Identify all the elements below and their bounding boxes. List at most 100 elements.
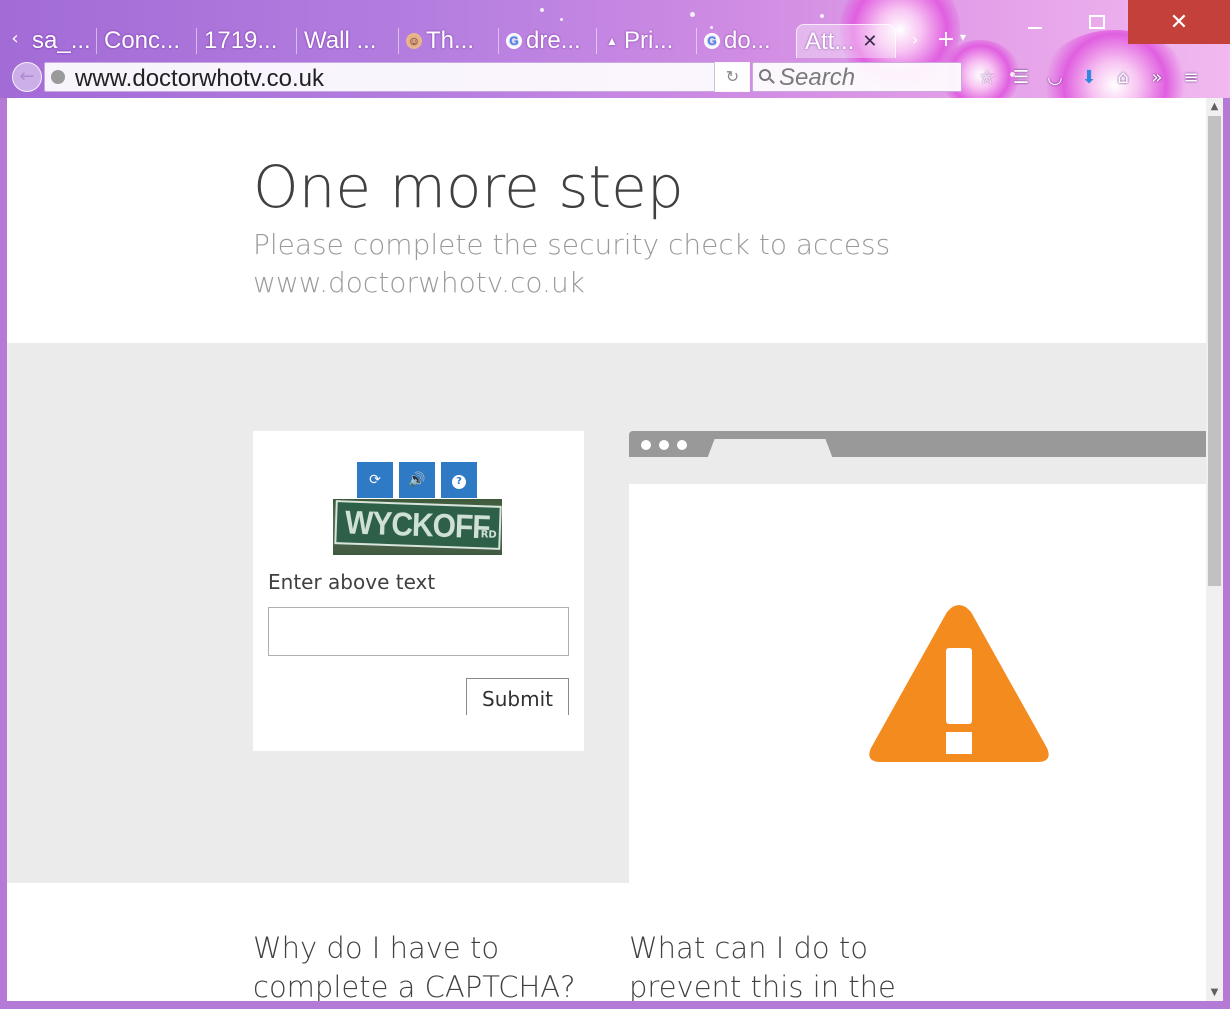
faq-section: Why do I have to complete a CAPTCHA? Wha… [7,883,1206,1001]
warning-icon [869,605,1049,762]
captcha-box: ⟳ 🔊 ? WYCKOFF RD Enter above text Submit [253,431,584,751]
tab-label: 1719... [204,27,278,54]
google-icon: G [704,33,720,49]
decorative-sparkle [690,12,695,17]
faq-question-prevent: What can I do to prevent this in the [629,931,896,1001]
tab[interactable]: ☺ Th... [398,24,496,58]
bookmark-star-icon[interactable]: ☆ [972,64,1002,92]
decorative-sparkle [540,8,544,12]
challenge-section: ⟳ 🔊 ? WYCKOFF RD Enter above text Submit [7,343,1206,883]
hero-section: One more step Please complete the securi… [7,98,1206,343]
tab-separator [398,28,399,54]
vertical-scrollbar[interactable]: ▲ ▼ [1206,98,1223,1001]
illustration-dot [641,440,651,450]
page-title: One more step [253,153,684,221]
illustration-tab [707,439,833,459]
faq-question-why: Why do I have to complete a CAPTCHA? [253,931,576,1001]
tab[interactable]: G dre... [498,24,594,58]
pocket-icon[interactable]: ◡ [1040,64,1070,92]
face-icon: ☺ [406,33,422,49]
tab-label: sa_... [32,27,91,54]
tab[interactable]: ▲ Pri... [596,24,694,58]
scroll-up-icon[interactable]: ▲ [1206,98,1223,115]
tab-separator [596,28,597,54]
search-bar[interactable]: Search [752,62,962,92]
scroll-thumb[interactable] [1208,116,1221,586]
url-bar[interactable]: www.doctorwhotv.co.uk [44,62,750,92]
tab-strip: ‹ sa_... Conc... 1719... Wall ... ☺ Th..… [0,22,1000,60]
tab-label: Th... [426,27,475,54]
captcha-input[interactable] [268,607,569,656]
close-window-button[interactable]: ✕ [1128,0,1230,44]
tab[interactable]: Wall ... [296,24,394,58]
tab[interactable]: Conc... [96,24,192,58]
captcha-help-button[interactable]: ? [441,462,477,498]
scroll-down-icon[interactable]: ▼ [1206,984,1223,1001]
new-tab-icon[interactable]: + [934,28,958,52]
maximize-button[interactable] [1066,0,1128,44]
tab-separator [296,28,297,54]
captcha-image-text: WYCKOFF [344,504,491,547]
tab-active[interactable]: Att... ✕ [796,24,896,58]
back-arrow-icon: ← [19,66,35,87]
maximize-icon [1089,15,1105,29]
search-input[interactable]: Search [779,64,855,92]
navigation-bar: ← www.doctorwhotv.co.uk ↻ Search ☆ ☰ ◡ ⬇… [8,60,1222,96]
search-icon [759,69,771,81]
page-viewport: One more step Please complete the securi… [7,98,1206,1001]
tab-label: Wall ... [304,27,377,54]
tab[interactable]: G do... [696,24,792,58]
back-button[interactable]: ← [12,62,42,92]
close-tab-icon[interactable]: ✕ [862,31,877,52]
illustration-dot [659,440,669,450]
menu-icon[interactable]: ≡ [1176,64,1206,92]
decorative-sparkle [820,14,824,18]
overflow-chevron-icon[interactable]: » [1142,64,1172,92]
home-icon[interactable]: ⌂ [1108,64,1138,92]
url-text[interactable]: www.doctorwhotv.co.uk [75,65,324,91]
tab-separator [96,28,97,54]
tab-scroll-left-icon[interactable]: ‹ [6,28,24,50]
refresh-captcha-button[interactable]: ⟳ [357,462,393,498]
refresh-icon: ⟳ [369,472,381,488]
browser-illustration [629,431,1206,883]
tab-label: Att... [805,27,855,55]
speaker-icon: 🔊 [408,472,426,488]
toolbar-icons: ☆ ☰ ◡ ⬇ ⌂ » ≡ [972,64,1206,92]
party-hat-icon: ▲ [606,34,618,48]
tab-label: do... [724,27,771,54]
street-sign: WYCKOFF RD [334,500,502,550]
tab-label: dre... [526,27,581,54]
captcha-image-subtext: RD [480,529,497,541]
captcha-label: Enter above text [268,570,436,594]
tab-separator [196,28,197,54]
tab-scroll-right-icon[interactable]: › [912,30,918,49]
window-controls: ✕ [1004,0,1230,44]
captcha-controls: ⟳ 🔊 ? [357,462,477,498]
globe-icon [51,70,65,84]
tab-label: Pri... [624,27,674,54]
submit-button[interactable]: Submit [466,678,569,715]
reading-list-icon[interactable]: ☰ [1006,64,1036,92]
tab[interactable]: 1719... [196,24,292,58]
google-icon: G [506,33,522,49]
captcha-image: WYCKOFF RD [333,499,502,555]
tab-separator [696,28,697,54]
decorative-sparkle [560,18,563,21]
reload-icon[interactable]: ↻ [714,62,750,92]
illustration-dot [677,440,687,450]
audio-captcha-button[interactable]: 🔊 [399,462,435,498]
page-subtitle: Please complete the security check to ac… [253,228,891,299]
illustration-titlebar [629,431,1206,459]
close-icon: ✕ [1169,9,1189,35]
tab-label: Conc... [104,27,181,54]
minimize-button[interactable] [1004,0,1066,44]
chevron-down-icon[interactable]: ▾ [960,30,966,44]
minimize-icon [1028,27,1042,29]
download-icon[interactable]: ⬇ [1074,64,1104,92]
tab[interactable]: sa_... [24,24,94,58]
illustration-content [629,484,1206,883]
tab-separator [498,28,499,54]
browser-chrome: ‹ sa_... Conc... 1719... Wall ... ☺ Th..… [0,0,1230,98]
help-icon: ? [452,475,466,489]
